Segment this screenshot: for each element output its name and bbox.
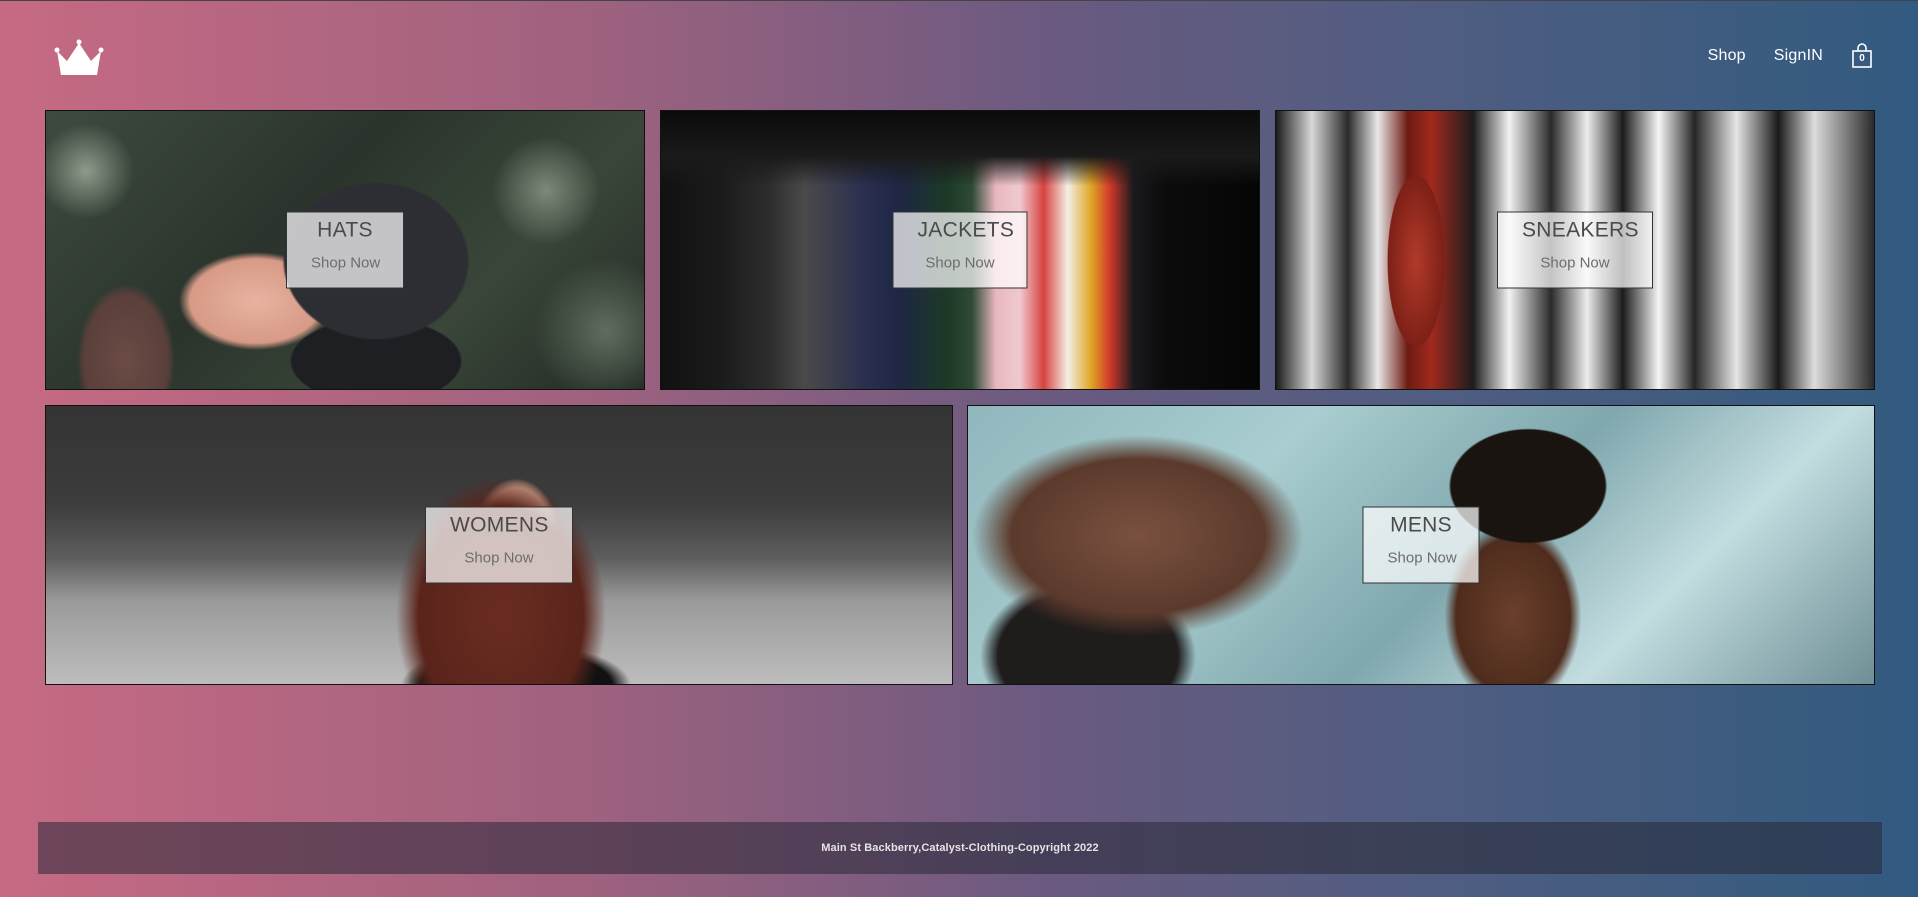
cart-button[interactable]: 0: [1851, 43, 1873, 69]
category-tile-mens[interactable]: MENS Shop Now: [967, 405, 1875, 685]
category-label-box[interactable]: SNEAKERS Shop Now: [1497, 211, 1653, 289]
shop-now-link[interactable]: Shop Now: [450, 550, 548, 567]
shop-now-link[interactable]: Shop Now: [918, 255, 1003, 272]
crown-icon[interactable]: [53, 39, 105, 79]
category-tile-sneakers[interactable]: SNEAKERS Shop Now: [1275, 110, 1875, 390]
shop-now-link[interactable]: Shop Now: [311, 255, 380, 272]
category-title: MENS: [1390, 513, 1452, 537]
category-label-box[interactable]: JACKETS Shop Now: [892, 211, 1028, 289]
category-label-box[interactable]: WOMENS Shop Now: [425, 506, 573, 584]
category-tile-jackets[interactable]: JACKETS Shop Now: [660, 110, 1260, 390]
category-label-box[interactable]: HATS Shop Now: [286, 211, 404, 289]
category-title: WOMENS: [450, 513, 549, 537]
category-tile-womens[interactable]: WOMENS Shop Now: [45, 405, 953, 685]
nav-shop-link[interactable]: Shop: [1708, 47, 1746, 65]
footer: Main St Backberry,Catalyst-Clothing-Copy…: [38, 822, 1882, 874]
category-tile-hats[interactable]: HATS Shop Now: [45, 110, 645, 390]
category-label-box[interactable]: MENS Shop Now: [1362, 506, 1480, 584]
category-title: SNEAKERS: [1522, 218, 1639, 242]
cart-count: 0: [1859, 53, 1865, 64]
category-title: HATS: [317, 218, 373, 242]
main-nav: Shop SignIN 0: [1708, 43, 1873, 69]
shop-now-link[interactable]: Shop Now: [1522, 255, 1628, 272]
shop-now-link[interactable]: Shop Now: [1388, 550, 1457, 567]
nav-signin-link[interactable]: SignIN: [1774, 47, 1823, 65]
footer-text: Main St Backberry,Catalyst-Clothing-Copy…: [821, 842, 1099, 854]
category-title: JACKETS: [917, 218, 1015, 242]
